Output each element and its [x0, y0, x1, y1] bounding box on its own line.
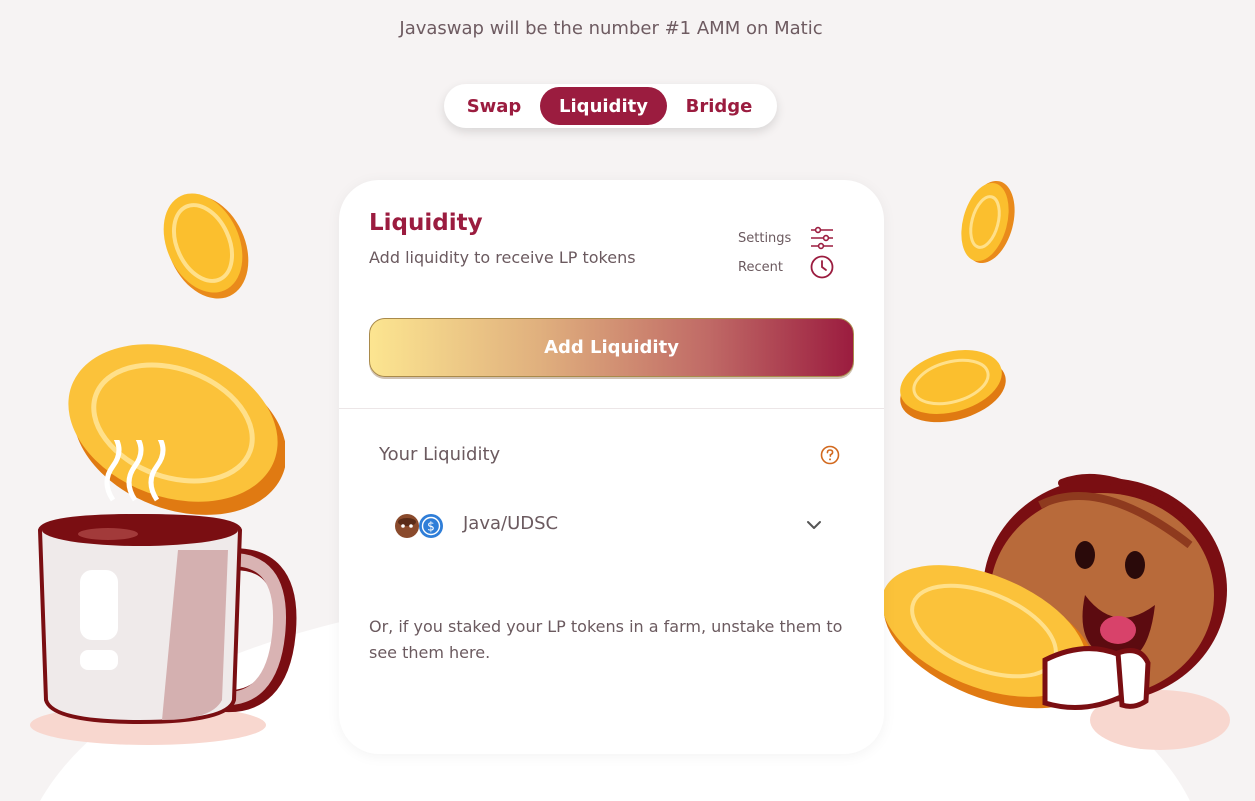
add-liquidity-button[interactable]: Add Liquidity [369, 318, 854, 377]
staked-note: Or, if you staked your LP tokens in a fa… [369, 617, 843, 662]
coin-illustration [163, 193, 249, 299]
pair-token-icons: $ [395, 514, 443, 538]
usdc-icon: $ [419, 514, 443, 538]
your-liquidity-heading: Your Liquidity [379, 444, 501, 465]
divider [339, 408, 884, 409]
chevron-down-icon[interactable] [804, 515, 824, 535]
tab-swap[interactable]: Swap [448, 87, 540, 125]
pair-name: Java/UDSC [463, 513, 559, 534]
clock-icon[interactable] [809, 254, 835, 280]
coffee-mug-illustration [30, 440, 297, 745]
settings-label[interactable]: Settings [738, 231, 791, 246]
svg-text:$: $ [427, 520, 435, 534]
coin-illustration [961, 180, 1015, 264]
question-circle-icon[interactable] [819, 444, 841, 466]
recent-label[interactable]: Recent [738, 260, 783, 275]
liquidity-pair-row[interactable]: $ Java/UDSC [389, 505, 834, 545]
java-bean-icon [395, 514, 419, 538]
coffee-bean-mascot-illustration [881, 473, 1230, 750]
main-tabs: Swap Liquidity Bridge [444, 84, 777, 128]
tab-liquidity[interactable]: Liquidity [540, 87, 667, 125]
card-title: Liquidity [369, 210, 483, 236]
sliders-icon[interactable] [809, 225, 835, 251]
coin-illustration [900, 350, 1006, 423]
tab-bridge[interactable]: Bridge [667, 87, 771, 125]
card-subtitle: Add liquidity to receive LP tokens [369, 248, 636, 267]
liquidity-card: Liquidity Add liquidity to receive LP to… [339, 180, 884, 754]
tagline: Javaswap will be the number #1 AMM on Ma… [399, 18, 823, 39]
